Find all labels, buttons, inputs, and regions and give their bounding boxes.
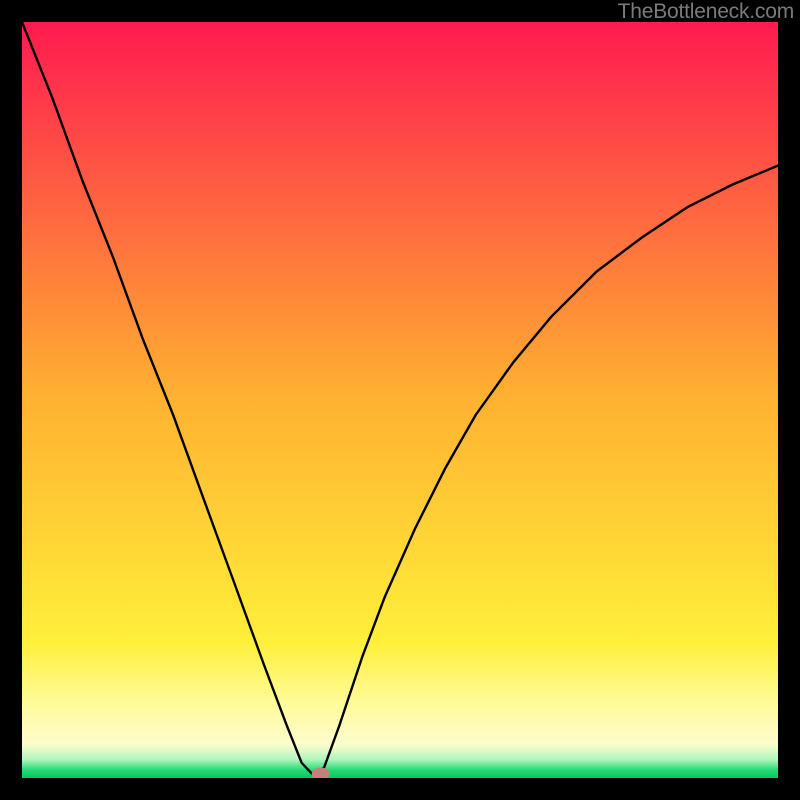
watermark-text: TheBottleneck.com [618,0,794,24]
chart-frame [22,22,778,778]
bottleneck-chart [22,22,778,778]
gradient-bg [22,22,778,778]
